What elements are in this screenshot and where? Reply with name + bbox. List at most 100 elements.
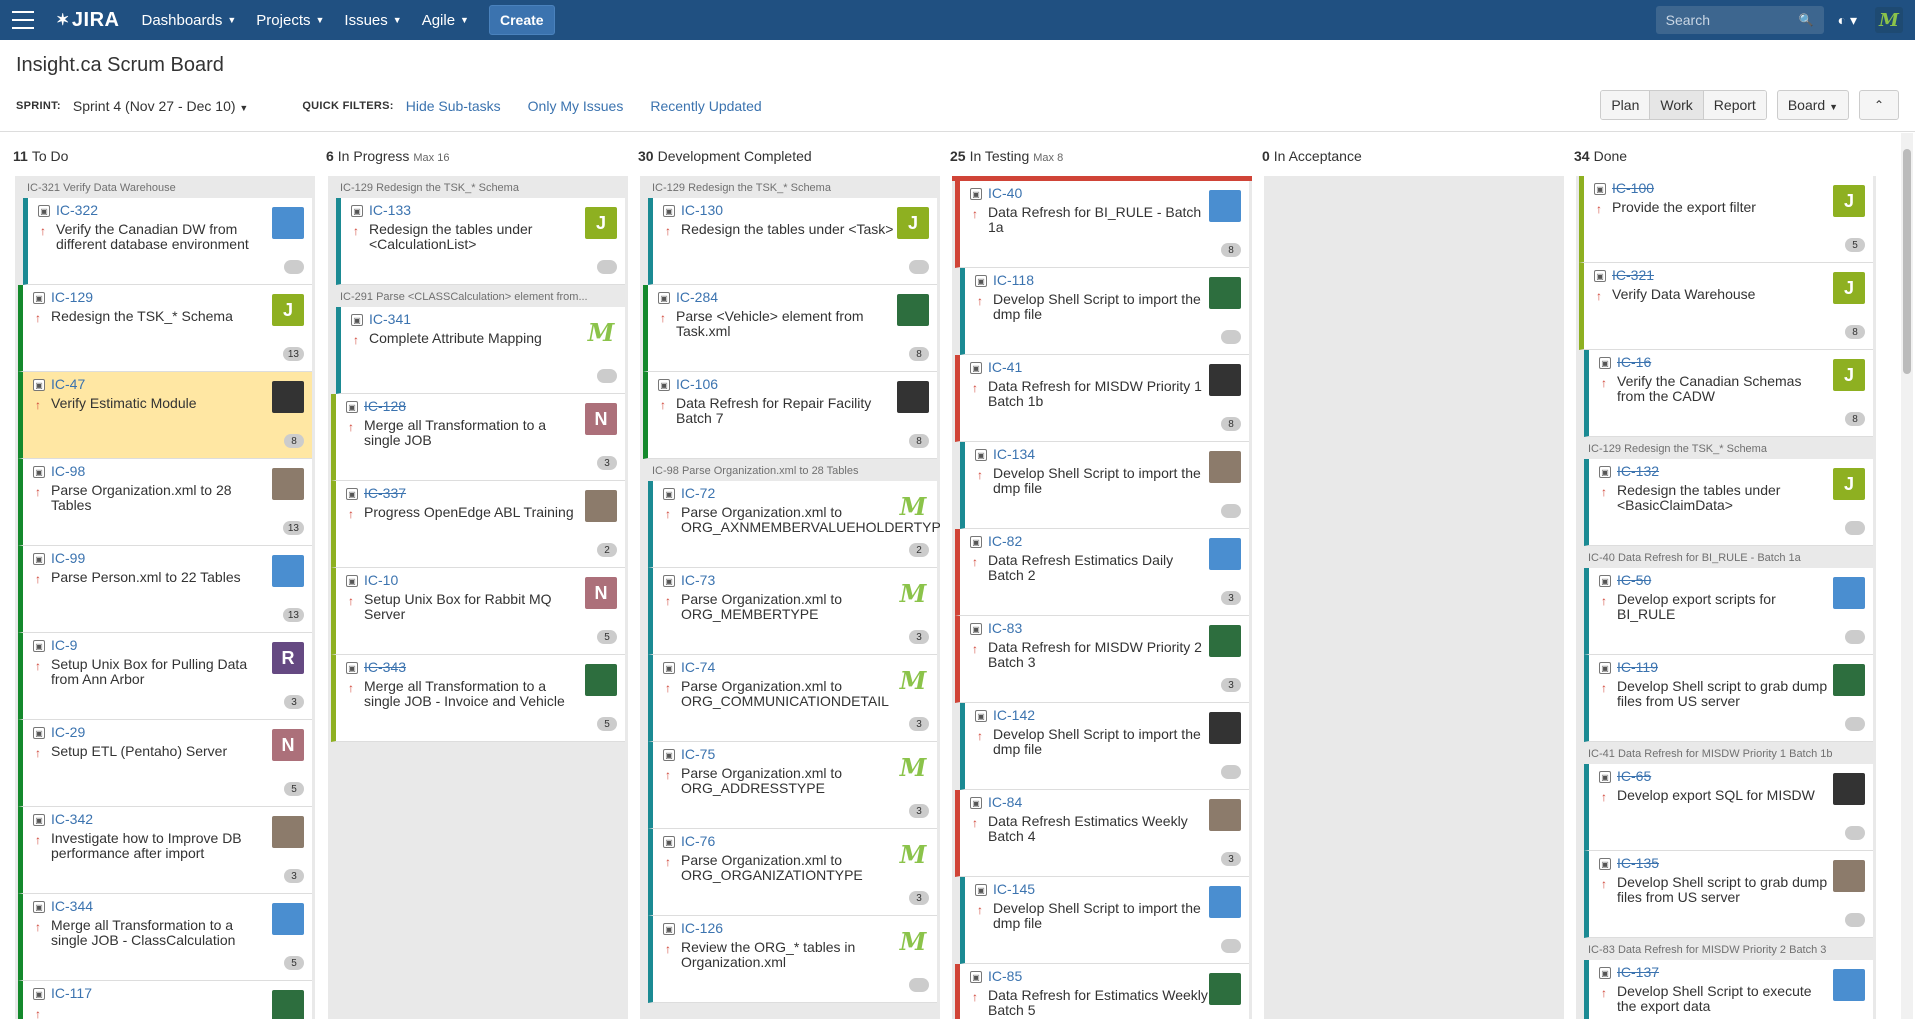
assignee-avatar[interactable]	[1209, 799, 1241, 831]
issue-card[interactable]: ▣ ↑ IC-10 Setup Unix Box for Rabbit MQ Serv…	[331, 568, 625, 655]
issue-card[interactable]: ▣ ↑ IC-343 Merge all Transformation to a si…	[331, 655, 625, 742]
issue-key[interactable]: IC-47	[51, 376, 272, 392]
issue-key[interactable]: IC-129	[51, 289, 272, 305]
issue-card[interactable]: ▣ ↑ IC-145 Develop Shell Script to import t…	[960, 877, 1249, 964]
issue-card[interactable]: ▣ ↑ IC-50 Develop export scripts for BI_RUL…	[1584, 568, 1873, 655]
assignee-avatar[interactable]	[272, 990, 304, 1019]
assignee-avatar[interactable]	[1209, 886, 1241, 918]
issue-card[interactable]: ▣ ↑ IC-84 Data Refresh Estimatics Weekly Ba…	[955, 790, 1249, 877]
work-button[interactable]: Work	[1650, 91, 1704, 119]
assignee-avatar[interactable]	[897, 294, 929, 326]
assignee-avatar[interactable]	[1833, 664, 1865, 696]
assignee-avatar[interactable]	[272, 468, 304, 500]
issue-card[interactable]: ▣ ↑ IC-118 Develop Shell Script to import t…	[960, 268, 1249, 355]
issue-key[interactable]: IC-40	[988, 185, 1209, 201]
assignee-avatar[interactable]: J	[1833, 272, 1865, 304]
swimlane-header[interactable]: IC-129 Redesign the TSK_* Schema	[328, 176, 628, 198]
assignee-avatar[interactable]: M	[897, 664, 929, 696]
issue-key[interactable]: IC-321	[1612, 267, 1833, 283]
assignee-avatar[interactable]	[1833, 860, 1865, 892]
issue-key[interactable]: IC-100	[1612, 180, 1833, 196]
assignee-avatar[interactable]	[1209, 277, 1241, 309]
issue-key[interactable]: IC-10	[364, 572, 585, 588]
issue-key[interactable]: IC-117	[51, 985, 272, 1001]
collapse-header-icon[interactable]: ⌃	[1859, 90, 1899, 120]
assignee-avatar[interactable]: N	[272, 729, 304, 761]
swimlane-header[interactable]: IC-291 Parse <CLASSCalculation> element …	[328, 285, 628, 307]
issue-key[interactable]: IC-145	[993, 881, 1209, 897]
assignee-avatar[interactable]: M	[585, 316, 617, 348]
assignee-avatar[interactable]: M	[897, 925, 929, 957]
issue-card[interactable]: ▣ ↑ IC-73 Parse Organization.xml to ORG_MEM…	[648, 568, 937, 655]
assignee-avatar[interactable]	[1209, 538, 1241, 570]
issue-card[interactable]: ▣ ↑ IC-76 Parse Organization.xml to ORG_ORG…	[648, 829, 937, 916]
issue-key[interactable]: IC-82	[988, 533, 1209, 549]
issue-key[interactable]: IC-65	[1617, 768, 1833, 784]
issue-key[interactable]: IC-284	[676, 289, 897, 305]
issue-key[interactable]: IC-84	[988, 794, 1209, 810]
issue-key[interactable]: IC-98	[51, 463, 272, 479]
issue-key[interactable]: IC-342	[51, 811, 272, 827]
issue-key[interactable]: IC-128	[364, 398, 585, 414]
assignee-avatar[interactable]: J	[272, 294, 304, 326]
issue-key[interactable]: IC-126	[681, 920, 897, 936]
nav-issues[interactable]: Issues ▼	[344, 12, 401, 29]
issue-card[interactable]: ▣ ↑ IC-128 Merge all Transformation to a si…	[331, 394, 625, 481]
issue-card[interactable]: ▣ ↑ IC-134 Develop Shell Script to import t…	[960, 442, 1249, 529]
swimlane-header[interactable]: IC-129 Redesign the TSK_* Schema	[1576, 437, 1876, 459]
assignee-avatar[interactable]	[272, 903, 304, 935]
board-scrollbar[interactable]	[1901, 133, 1913, 1019]
issue-key[interactable]: IC-119	[1617, 659, 1833, 675]
assignee-avatar[interactable]: J	[897, 207, 929, 239]
issue-card[interactable]: ▣ ↑ IC-100 Provide the export filter J 5	[1579, 176, 1873, 263]
assignee-avatar[interactable]: R	[272, 642, 304, 674]
issue-key[interactable]: IC-75	[681, 746, 897, 762]
user-avatar[interactable]: M	[1875, 7, 1903, 33]
issue-card[interactable]: ▣ ↑ IC-74 Parse Organization.xml to ORG_COM…	[648, 655, 937, 742]
issue-key[interactable]: IC-343	[364, 659, 585, 675]
issue-card[interactable]: ▣ ↑ IC-16 Verify the Canadian Schemas from …	[1584, 350, 1873, 437]
issue-card[interactable]: ▣ ↑ IC-72 Parse Organization.xml to ORG_AXN…	[648, 481, 940, 568]
issue-card[interactable]: ▣ ↑ IC-322 Verify the Canadian DW from diff…	[23, 198, 312, 285]
issue-card[interactable]: ▣ ↑ IC-132 Redesign the tables under <Basic…	[1584, 459, 1873, 546]
jira-logo[interactable]: ✶ JIRA	[56, 9, 119, 32]
issue-key[interactable]: IC-134	[993, 446, 1209, 462]
assignee-avatar[interactable]: J	[1833, 468, 1865, 500]
issue-key[interactable]: IC-72	[681, 485, 897, 501]
issue-key[interactable]: IC-41	[988, 359, 1209, 375]
assignee-avatar[interactable]	[272, 207, 304, 239]
assignee-avatar[interactable]: J	[585, 207, 617, 239]
issue-card[interactable]: ▣ ↑ IC-41 Data Refresh for MISDW Priority 1…	[955, 355, 1249, 442]
issue-card[interactable]: ▣ ↑ IC-106 Data Refresh for Repair Facility…	[643, 372, 937, 459]
assignee-avatar[interactable]: M	[897, 751, 929, 783]
issue-key[interactable]: IC-99	[51, 550, 272, 566]
issue-card[interactable]: ▣ ↑ IC-344 Merge all Transformation to a si…	[18, 894, 312, 981]
assignee-avatar[interactable]	[1833, 773, 1865, 805]
assignee-avatar[interactable]	[1209, 451, 1241, 483]
issue-card[interactable]: ▣ ↑ IC-342 Investigate how to Improve DB pe…	[18, 807, 312, 894]
issue-key[interactable]: IC-29	[51, 724, 272, 740]
assignee-avatar[interactable]	[1833, 577, 1865, 609]
issue-card[interactable]: ▣ ↑ IC-40 Data Refresh for BI_RULE - Batch …	[955, 181, 1249, 268]
assignee-avatar[interactable]	[272, 555, 304, 587]
issue-card[interactable]: ▣ ↑ IC-75 Parse Organization.xml to ORG_ADD…	[648, 742, 937, 829]
assignee-avatar[interactable]	[1209, 190, 1241, 222]
issue-card[interactable]: ▣ ↑ IC-98 Parse Organization.xml to 28 Tabl…	[18, 459, 312, 546]
issue-key[interactable]: IC-118	[993, 272, 1209, 288]
issue-card[interactable]: ▣ ↑ IC-83 Data Refresh for MISDW Priority 2…	[955, 616, 1249, 703]
issue-key[interactable]: IC-9	[51, 637, 272, 653]
swimlane-header[interactable]: IC-83 Data Refresh for MISDW Priority 2 …	[1576, 938, 1876, 960]
issue-key[interactable]: IC-337	[364, 485, 585, 501]
app-menu-icon[interactable]	[12, 11, 34, 29]
issue-key[interactable]: IC-135	[1617, 855, 1833, 871]
issue-key[interactable]: IC-344	[51, 898, 272, 914]
assignee-avatar[interactable]	[1209, 712, 1241, 744]
issue-card[interactable]: ▣ ↑ IC-85 Data Refresh for Estimatics Weekl…	[955, 964, 1249, 1019]
issue-key[interactable]: IC-50	[1617, 572, 1833, 588]
issue-key[interactable]: IC-341	[369, 311, 585, 327]
issue-card[interactable]: ▣ ↑ IC-137 Develop Shell Script to execute …	[1584, 960, 1873, 1019]
issue-card[interactable]: ▣ ↑ IC-126 Review the ORG_* tables in Organ…	[648, 916, 937, 1003]
assignee-avatar[interactable]	[585, 490, 617, 522]
issue-key[interactable]: IC-16	[1617, 354, 1833, 370]
issue-card[interactable]: ▣ ↑ IC-341 Complete Attribute Mapping M	[336, 307, 625, 394]
